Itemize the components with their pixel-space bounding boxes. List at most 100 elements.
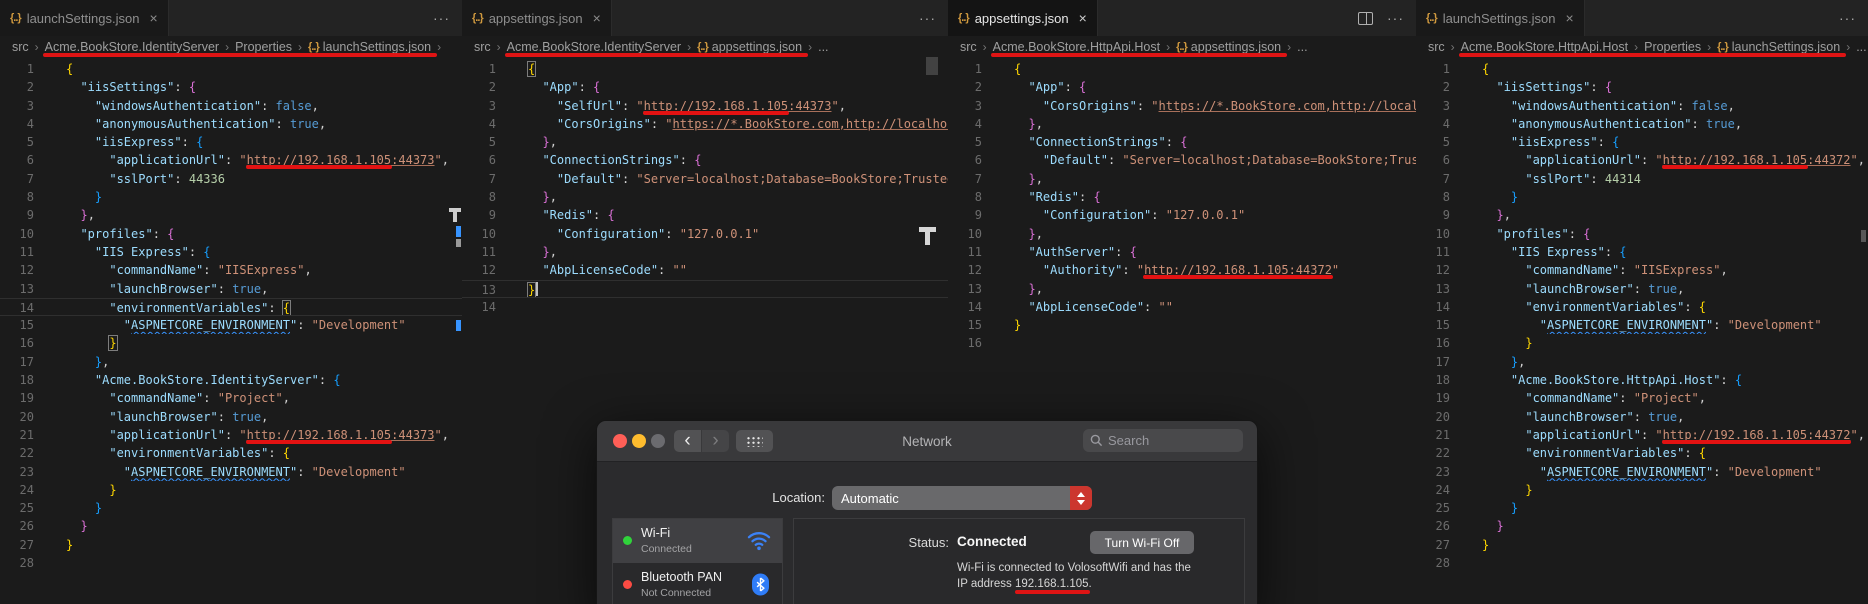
code-line[interactable]: 17 },	[1416, 353, 1868, 371]
location-select[interactable]: Automatic	[832, 486, 1092, 510]
split-editor-icon[interactable]	[1358, 11, 1373, 25]
code-line[interactable]: 12 "commandName": "IISExpress",	[0, 261, 462, 279]
code-line[interactable]: 16 }	[1416, 334, 1868, 352]
service-row-bluetooth[interactable]: Bluetooth PAN Not Connected	[613, 563, 782, 604]
breadcrumb-item[interactable]: src	[1428, 40, 1445, 54]
breadcrumb[interactable]: src › Acme.BookStore.HttpApi.Host › Properti…	[1416, 36, 1868, 58]
code-line[interactable]: 19 "commandName": "Project",	[1416, 389, 1868, 407]
code-line[interactable]: 8 "Redis": {	[948, 188, 1416, 206]
code-line[interactable]: 10 "profiles": {	[1416, 225, 1868, 243]
code-line[interactable]: 27}	[1416, 536, 1868, 554]
breadcrumb-item[interactable]: launchSettings.json	[323, 40, 431, 54]
code-line[interactable]: 14 "environmentVariables": {	[0, 297, 462, 317]
scrollbar-thumb[interactable]	[926, 57, 938, 75]
code-line[interactable]: 1{	[462, 60, 948, 78]
scrollbar-thumb[interactable]	[1861, 230, 1866, 242]
more-actions-icon[interactable]: ···	[1839, 10, 1856, 26]
code-line[interactable]: 2 "App": {	[462, 78, 948, 96]
code-line[interactable]: 4 "CorsOrigins": "https://*.BookStore.co…	[462, 115, 948, 133]
code-line[interactable]: 23 "ASPNETCORE_ENVIRONMENT": "Developmen…	[0, 463, 462, 481]
code-line[interactable]: 27}	[0, 536, 462, 554]
tab-appsettings.json[interactable]: {..} appsettings.json ×	[462, 0, 612, 36]
code-line[interactable]: 8 },	[462, 188, 948, 206]
breadcrumb-item[interactable]: Acme.BookStore.HttpApi.Host	[993, 40, 1160, 54]
code-line[interactable]: 24 }	[1416, 481, 1868, 499]
close-icon[interactable]: ×	[1565, 10, 1573, 26]
breadcrumb[interactable]: src › Acme.BookStore.IdentityServer › Proper…	[0, 36, 462, 58]
code-line[interactable]: 11 },	[462, 243, 948, 261]
code-line[interactable]: 2 "App": {	[948, 78, 1416, 96]
breadcrumb-item[interactable]: launchSettings.json	[1732, 40, 1840, 54]
tab-launchSettings.json[interactable]: {..} launchSettings.json ×	[0, 0, 169, 36]
code-line[interactable]: 4 "anonymousAuthentication": true,	[1416, 115, 1868, 133]
more-actions-icon[interactable]: ···	[433, 10, 450, 26]
code-line[interactable]: 12 "AbpLicenseCode": ""	[462, 261, 948, 279]
code-line[interactable]: 24 }	[0, 481, 462, 499]
search-input[interactable]: Search	[1083, 429, 1243, 452]
code-line[interactable]: 22 "environmentVariables": {	[0, 444, 462, 462]
code-line[interactable]: 17 },	[0, 353, 462, 371]
code-line[interactable]: 5 "iisExpress": {	[1416, 133, 1868, 151]
code-line[interactable]: 11 "AuthServer": {	[948, 243, 1416, 261]
code-line[interactable]: 25 }	[1416, 499, 1868, 517]
code-line[interactable]: 10 "profiles": {	[0, 225, 462, 243]
breadcrumb-item[interactable]: ...	[818, 40, 828, 54]
code-line[interactable]: 22 "environmentVariables": {	[1416, 444, 1868, 462]
code-line[interactable]: 6 "applicationUrl": " http://192.168.1.10…	[1416, 151, 1868, 169]
window-titlebar[interactable]: ‹ › Network Search	[597, 421, 1257, 462]
code-line[interactable]: 6 "applicationUrl": " http://192.168.1.10…	[0, 151, 462, 169]
close-icon[interactable]: ×	[149, 10, 157, 26]
breadcrumb-item[interactable]: Acme.BookStore.IdentityServer	[507, 40, 681, 54]
breadcrumb[interactable]: src › Acme.BookStore.IdentityServer › {..} ap…	[462, 36, 948, 58]
code-area[interactable]: 1{2 "iisSettings": {3 "windowsAuthentica…	[0, 60, 462, 604]
code-line[interactable]: 13}	[462, 279, 948, 298]
code-line[interactable]: 3 "windowsAuthentication": false,	[1416, 97, 1868, 115]
code-line[interactable]: 9 },	[1416, 206, 1868, 224]
code-line[interactable]: 12 "Authority": "http://192.168.1.105:44…	[948, 261, 1416, 279]
breadcrumb-item[interactable]: ...	[1856, 40, 1866, 54]
code-line[interactable]: 20 "launchBrowser": true,	[0, 408, 462, 426]
code-line[interactable]: 28	[1416, 554, 1868, 572]
breadcrumb-item[interactable]: Properties	[235, 40, 292, 54]
breadcrumb-item[interactable]: Acme.BookStore.IdentityServer	[45, 40, 219, 54]
code-line[interactable]: 9 "Redis": {	[462, 206, 948, 224]
code-line[interactable]: 18 "Acme.BookStore.HttpApi.Host": {	[1416, 371, 1868, 389]
code-line[interactable]: 15}	[948, 316, 1416, 334]
service-row-wifi[interactable]: Wi-Fi Connected	[613, 519, 782, 563]
breadcrumb-item[interactable]: appsettings.json	[1191, 40, 1281, 54]
code-line[interactable]: 9 "Configuration": "127.0.0.1"	[948, 206, 1416, 224]
code-line[interactable]: 4 },	[948, 115, 1416, 133]
code-line[interactable]: 16 }	[0, 334, 462, 352]
code-line[interactable]: 10 "Configuration": "127.0.0.1"	[462, 225, 948, 243]
close-icon[interactable]: ×	[593, 10, 601, 26]
code-line[interactable]: 25 }	[0, 499, 462, 517]
code-line[interactable]: 1{	[0, 60, 462, 78]
breadcrumb-item[interactable]: Acme.BookStore.HttpApi.Host	[1461, 40, 1628, 54]
turn-wifi-off-button[interactable]: Turn Wi-Fi Off	[1090, 531, 1194, 554]
code-line[interactable]: 28	[0, 554, 462, 572]
code-line[interactable]: 8 }	[1416, 188, 1868, 206]
code-line[interactable]: 1{	[948, 60, 1416, 78]
code-line[interactable]: 12 "commandName": "IISExpress",	[1416, 261, 1868, 279]
more-actions-icon[interactable]: ···	[1387, 10, 1404, 26]
code-line[interactable]: 4 "anonymousAuthentication": true,	[0, 115, 462, 133]
breadcrumb-item[interactable]: src	[12, 40, 29, 54]
breadcrumb-item[interactable]: src	[960, 40, 977, 54]
code-line[interactable]: 6 "ConnectionStrings": {	[462, 151, 948, 169]
breadcrumb-item[interactable]: Properties	[1644, 40, 1701, 54]
code-line[interactable]: 5 },	[462, 133, 948, 151]
code-line[interactable]: 3 "CorsOrigins": "https://*.BookStore.co…	[948, 97, 1416, 115]
tab-appsettings.json[interactable]: {..} appsettings.json ×	[948, 0, 1098, 36]
code-line[interactable]: 26 }	[1416, 517, 1868, 535]
code-line[interactable]: 7 "Default": "Server=localhost;Database=…	[462, 170, 948, 188]
code-line[interactable]: 18 "Acme.BookStore.IdentityServer": {	[0, 371, 462, 389]
code-line[interactable]: 7 "sslPort": 44336	[0, 170, 462, 188]
code-line[interactable]: 15 "ASPNETCORE_ENVIRONMENT": "Developmen…	[0, 316, 462, 334]
code-line[interactable]: 11 "IIS Express": {	[1416, 243, 1868, 261]
code-line[interactable]: 2 "iisSettings": {	[0, 78, 462, 96]
code-line[interactable]: 13 "launchBrowser": true,	[0, 280, 462, 298]
breadcrumb[interactable]: src › Acme.BookStore.HttpApi.Host › {..} apps…	[948, 36, 1416, 58]
code-line[interactable]: 5 "ConnectionStrings": {	[948, 133, 1416, 151]
code-line[interactable]: 8 }	[0, 188, 462, 206]
code-line[interactable]: 1{	[1416, 60, 1868, 78]
